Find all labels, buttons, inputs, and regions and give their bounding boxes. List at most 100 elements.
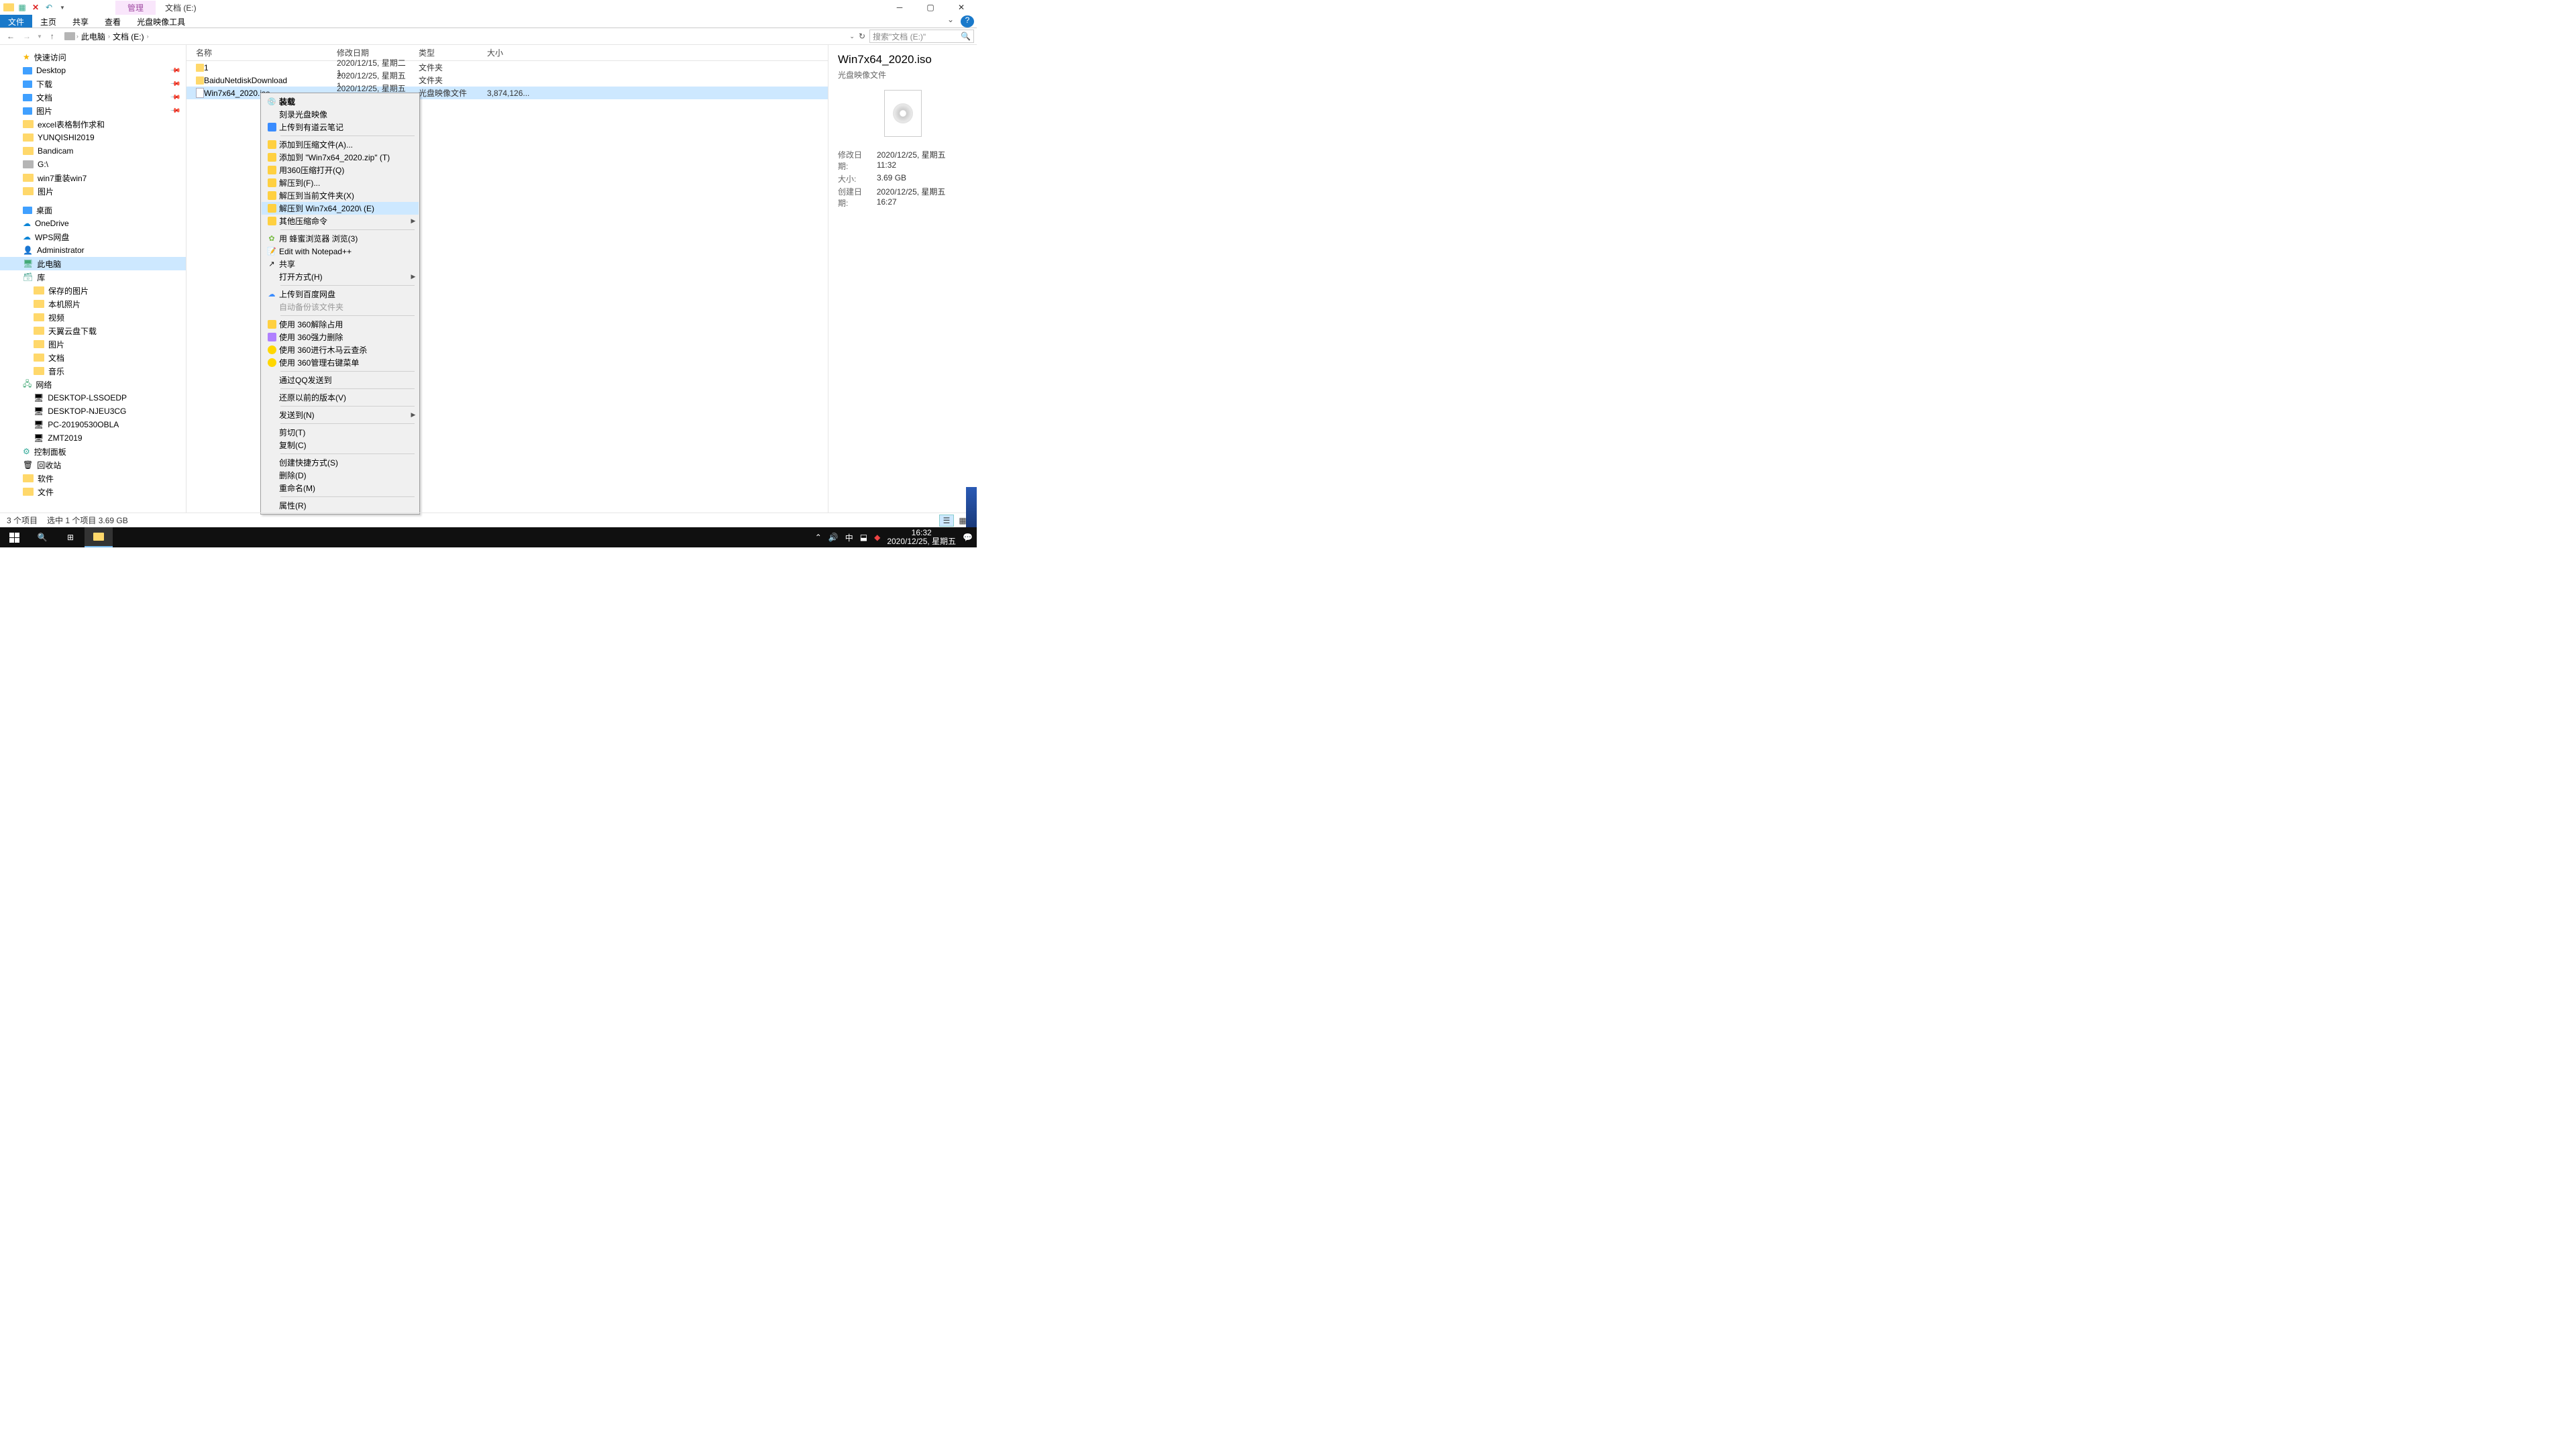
ctx-360-unlock[interactable]: 使用 360解除占用 xyxy=(262,318,419,331)
nav-folder[interactable]: win7重装win7 xyxy=(0,171,186,184)
nav-folder[interactable]: Bandicam xyxy=(0,144,186,158)
ctx-baidu[interactable]: ☁上传到百度网盘 xyxy=(262,288,419,301)
ctx-extract-here[interactable]: 解压到当前文件夹(X) xyxy=(262,189,419,202)
ctx-open-360[interactable]: 用360压缩打开(Q) xyxy=(262,164,419,176)
nav-net-pc[interactable]: 🖥DESKTOP-LSSOEDP xyxy=(0,391,186,405)
file-row[interactable]: BaiduNetdiskDownload 2020/12/25, 星期五 1..… xyxy=(186,74,828,87)
clock[interactable]: 16:32 2020/12/25, 星期五 xyxy=(887,529,956,546)
explorer-taskbar-button[interactable] xyxy=(85,527,113,547)
nav-lib-item[interactable]: 保存的图片 xyxy=(0,284,186,297)
tray-app-icon[interactable]: ⬓ xyxy=(860,533,867,542)
search-input[interactable]: 搜索"文档 (E:)" 🔍 xyxy=(869,30,974,43)
nav-control-panel[interactable]: ⚙控制面板 xyxy=(0,445,186,458)
ctx-add-archive[interactable]: 添加到压缩文件(A)... xyxy=(262,138,419,151)
nav-onedrive[interactable]: ☁OneDrive xyxy=(0,217,186,230)
nav-lib-item[interactable]: 音乐 xyxy=(0,364,186,378)
ctx-open-with[interactable]: 打开方式(H)▶ xyxy=(262,270,419,283)
nav-folder[interactable]: 图片 xyxy=(0,184,186,198)
nav-tree[interactable]: ★快速访问 Desktop📌 下载📌 文档📌 图片📌 excel表格制作求和 Y… xyxy=(0,45,186,513)
crumb-this-pc[interactable]: 此电脑 xyxy=(80,31,107,42)
help-icon[interactable]: ? xyxy=(961,15,974,28)
ribbon-collapse-icon[interactable]: ⌄ xyxy=(943,15,958,28)
search-icon[interactable]: 🔍 xyxy=(961,32,971,41)
up-button[interactable]: ↑ xyxy=(44,32,60,41)
back-button[interactable]: ← xyxy=(3,32,19,41)
tray-app-icon[interactable]: ◆ xyxy=(874,533,880,542)
nav-net-pc[interactable]: 🖥DESKTOP-NJEU3CG xyxy=(0,405,186,418)
nav-net-pc[interactable]: 🖥ZMT2019 xyxy=(0,431,186,445)
ribbon-tab-file[interactable]: 文件 xyxy=(0,15,32,28)
ctx-360-menu[interactable]: 使用 360管理右键菜单 xyxy=(262,356,419,369)
ctx-qq-send[interactable]: 通过QQ发送到 xyxy=(262,374,419,386)
ime-indicator[interactable]: 中 xyxy=(845,532,853,543)
nav-pictures[interactable]: 图片📌 xyxy=(0,104,186,117)
delete-icon[interactable]: ✕ xyxy=(30,1,42,13)
ribbon-tab-view[interactable]: 查看 xyxy=(97,15,129,28)
search-button[interactable]: 🔍 xyxy=(28,527,56,547)
nav-libraries[interactable]: 🗃库 xyxy=(0,270,186,284)
column-headers[interactable]: 名称 修改日期 类型 大小 xyxy=(186,45,828,61)
ctx-add-zip[interactable]: 添加到 "Win7x64_2020.zip" (T) xyxy=(262,151,419,164)
forward-button[interactable]: → xyxy=(19,32,35,41)
ctx-properties[interactable]: 属性(R) xyxy=(262,499,419,512)
ctx-burn[interactable]: 刻录光盘映像 xyxy=(262,108,419,121)
nav-user[interactable]: 👤Administrator xyxy=(0,244,186,257)
nav-quick-access[interactable]: ★快速访问 xyxy=(0,50,186,64)
history-dropdown-icon[interactable]: ▼ xyxy=(37,34,42,40)
ctx-share[interactable]: ↗共享 xyxy=(262,258,419,270)
col-size[interactable]: 大小 xyxy=(487,47,527,58)
nav-folder[interactable]: YUNQISHI2019 xyxy=(0,131,186,144)
properties-icon[interactable]: ▦ xyxy=(16,1,28,13)
ctx-extract-named[interactable]: 解压到 Win7x64_2020\ (E) xyxy=(262,202,419,215)
view-details-button[interactable]: ☰ xyxy=(939,515,954,527)
task-view-button[interactable]: ⊞ xyxy=(56,527,85,547)
crumb-drive[interactable]: 文档 (E:) xyxy=(111,31,146,42)
ctx-extract-to[interactable]: 解压到(F)... xyxy=(262,176,419,189)
qat-dropdown-icon[interactable]: ▼ xyxy=(56,1,68,13)
ctx-send-to[interactable]: 发送到(N)▶ xyxy=(262,409,419,421)
ribbon-tab-disc-tools[interactable]: 光盘映像工具 xyxy=(129,15,193,28)
nav-drive-g[interactable]: G:\ xyxy=(0,158,186,171)
nav-folder[interactable]: excel表格制作求和 xyxy=(0,117,186,131)
nav-this-pc[interactable]: 🖥此电脑 xyxy=(0,257,186,270)
ctx-mount[interactable]: 💿装载 xyxy=(262,95,419,108)
close-button[interactable]: ✕ xyxy=(946,1,977,14)
ctx-shortcut[interactable]: 创建快捷方式(S) xyxy=(262,456,419,469)
ribbon-tab-share[interactable]: 共享 xyxy=(64,15,97,28)
nav-folder[interactable]: 文件 xyxy=(0,485,186,498)
ctx-rename[interactable]: 重命名(M) xyxy=(262,482,419,494)
action-center-icon[interactable]: 💬 xyxy=(963,533,973,542)
ctx-youdao[interactable]: 上传到有道云笔记 xyxy=(262,121,419,133)
nav-lib-item[interactable]: 视频 xyxy=(0,311,186,324)
volume-icon[interactable]: 🔊 xyxy=(828,533,839,542)
nav-desktop-root[interactable]: 桌面 xyxy=(0,203,186,217)
tray-chevron-icon[interactable]: ⌃ xyxy=(815,533,822,542)
ctx-other-compress[interactable]: 其他压缩命令▶ xyxy=(262,215,419,227)
nav-desktop[interactable]: Desktop📌 xyxy=(0,64,186,77)
context-tab-manage[interactable]: 管理 xyxy=(115,1,156,15)
nav-documents[interactable]: 文档📌 xyxy=(0,91,186,104)
minimize-button[interactable]: ─ xyxy=(884,1,915,14)
nav-recycle-bin[interactable]: 🗑回收站 xyxy=(0,458,186,472)
start-button[interactable] xyxy=(0,527,28,547)
nav-lib-item[interactable]: 天翼云盘下载 xyxy=(0,324,186,337)
refresh-icon[interactable]: ↻ xyxy=(859,32,865,41)
ctx-browse-honey[interactable]: ✿用 蜂蜜浏览器 浏览(3) xyxy=(262,232,419,245)
file-row[interactable]: 1 2020/12/15, 星期二 1... 文件夹 xyxy=(186,61,828,74)
system-tray[interactable]: ⌃ 🔊 中 ⬓ ◆ 16:32 2020/12/25, 星期五 💬 xyxy=(815,529,977,546)
ctx-copy[interactable]: 复制(C) xyxy=(262,439,419,451)
ctx-360-force-delete[interactable]: 使用 360强力删除 xyxy=(262,331,419,343)
nav-lib-item[interactable]: 图片 xyxy=(0,337,186,351)
taskbar[interactable]: 🔍 ⊞ ⌃ 🔊 中 ⬓ ◆ 16:32 2020/12/25, 星期五 💬 xyxy=(0,527,977,547)
col-type[interactable]: 类型 xyxy=(419,47,487,58)
nav-wps[interactable]: ☁WPS网盘 xyxy=(0,230,186,244)
col-name[interactable]: 名称 xyxy=(186,47,337,58)
nav-downloads[interactable]: 下载📌 xyxy=(0,77,186,91)
breadcrumb[interactable]: › 此电脑 › 文档 (E:) › xyxy=(60,31,849,42)
maximize-button[interactable]: ▢ xyxy=(915,1,946,14)
undo-icon[interactable]: ↶ xyxy=(43,1,55,13)
nav-network[interactable]: 🖧网络 xyxy=(0,378,186,391)
nav-folder[interactable]: 软件 xyxy=(0,472,186,485)
ctx-restore-version[interactable]: 还原以前的版本(V) xyxy=(262,391,419,404)
ctx-notepad-pp[interactable]: 📝Edit with Notepad++ xyxy=(262,245,419,258)
